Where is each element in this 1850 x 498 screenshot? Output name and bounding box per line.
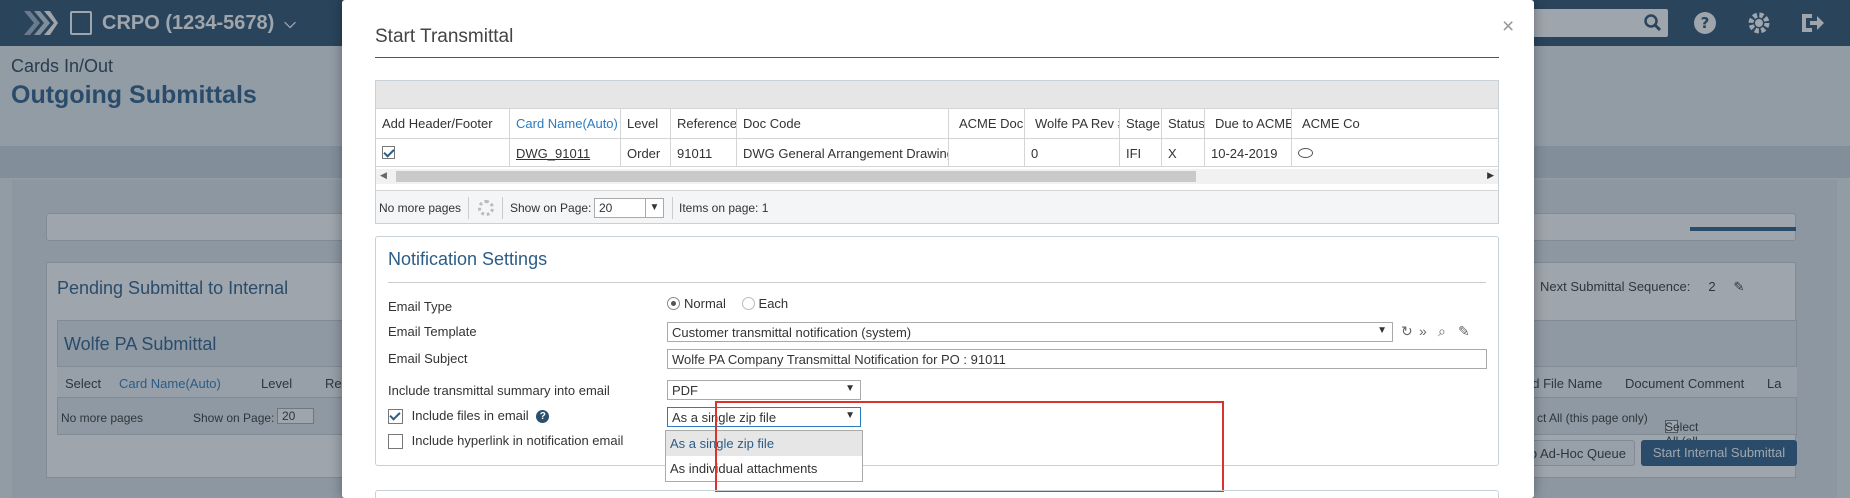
include-hyperlink-label: Include hyperlink in notification email <box>411 433 624 448</box>
no-more-pages: No more pages <box>379 201 462 215</box>
header-acme-doc[interactable]: ACME Doc # <box>949 109 1025 138</box>
scroll-right-icon[interactable]: ▶ <box>1487 170 1494 181</box>
header-card-name-label: Card Name(Auto) <box>516 116 618 131</box>
items-on-page: Items on page: 1 <box>679 201 769 215</box>
header-level[interactable]: Level <box>621 109 671 138</box>
email-subject-value: Wolfe PA Company Transmittal Notificatio… <box>672 352 1006 367</box>
show-on-page-label: Show on Page: <box>510 201 592 215</box>
radio-each-icon[interactable] <box>741 297 755 310</box>
include-files-label: Include files in email <box>411 408 529 423</box>
refresh-icon[interactable]: ↻ <box>1401 323 1413 340</box>
email-template-value: Customer transmittal notification (syste… <box>672 325 912 340</box>
email-template-select[interactable]: Customer transmittal notification (syste… <box>667 322 1393 342</box>
header-doc-code[interactable]: Doc Code <box>737 109 949 138</box>
row-checkbox-cell[interactable] <box>376 139 510 166</box>
header-reference[interactable]: Reference <box>671 109 737 138</box>
modal-title: Start Transmittal <box>375 26 514 47</box>
email-subject-input[interactable]: Wolfe PA Company Transmittal Notificatio… <box>667 349 1487 369</box>
email-type-radio-group: Normal Each <box>667 296 788 311</box>
scrollbar-thumb[interactable] <box>396 171 1196 182</box>
card-name-link[interactable]: DWG_91011 <box>516 146 590 161</box>
row-acme-doc <box>949 139 1025 166</box>
search-icon[interactable]: ⌕ <box>1438 323 1446 340</box>
pager-divider <box>468 197 469 219</box>
include-hyperlink-checkbox[interactable] <box>388 434 403 450</box>
row-comment[interactable] <box>1292 139 1498 166</box>
start-transmittal-modal: Start Transmittal × Add Header/Footer Ca… <box>342 0 1534 498</box>
close-icon[interactable]: × <box>1502 15 1514 39</box>
question-icon[interactable]: ? <box>536 410 550 424</box>
email-type-label: Email Type <box>388 299 453 314</box>
row-due: 10-24-2019 <box>1205 139 1292 166</box>
radio-normal-label: Normal <box>684 296 726 311</box>
include-files-checkbox[interactable] <box>388 409 403 425</box>
chevron-down-icon[interactable]: ▼ <box>845 383 855 394</box>
scroll-left-icon[interactable]: ◀ <box>380 170 387 181</box>
grid-group-bar <box>376 81 1498 109</box>
transmittal-grid: Add Header/Footer Card Name(Auto)↑ Level… <box>375 80 1499 224</box>
next-section-panel <box>375 490 1499 498</box>
header-stage[interactable]: Stage <box>1120 109 1162 138</box>
page-size-value: 20 <box>599 201 613 215</box>
chevron-down-icon[interactable]: ▼ <box>1377 325 1387 336</box>
pager-divider <box>672 197 673 219</box>
include-files-row: Include files in email ? <box>388 408 550 425</box>
email-subject-label: Email Subject <box>388 351 468 366</box>
grid-header: Add Header/Footer Card Name(Auto)↑ Level… <box>376 109 1498 139</box>
pencil-icon[interactable]: ✎ <box>1458 323 1470 340</box>
horizontal-scrollbar[interactable]: ◀ ▶ <box>376 169 1498 184</box>
page-size-select[interactable]: 20 ▼ <box>594 198 664 218</box>
header-due-to-acme[interactable]: Due to ACME <box>1205 109 1292 138</box>
row-stage: IFI <box>1120 139 1162 166</box>
grid-pager: No more pages Show on Page: 20 ▼ Items o… <box>376 190 1498 223</box>
summary-format-value: PDF <box>672 383 698 398</box>
notification-settings-title: Notification Settings <box>388 249 548 269</box>
row-status: X <box>1162 139 1205 166</box>
loading-spinner-icon <box>478 200 494 216</box>
header-add-header-footer[interactable]: Add Header/Footer <box>376 109 510 138</box>
row-rev: 0 <box>1025 139 1120 166</box>
radio-each-label: Each <box>758 296 789 311</box>
comment-icon[interactable] <box>1298 148 1313 158</box>
radio-normal[interactable]: Normal <box>667 296 726 311</box>
add-header-footer-checkbox[interactable] <box>382 146 395 160</box>
radio-normal-icon[interactable] <box>667 297 680 310</box>
row-reference: 91011 <box>671 139 737 166</box>
highlight-annotation <box>715 401 1224 492</box>
header-status[interactable]: Status <box>1162 109 1205 138</box>
summary-format-select[interactable]: PDF ▼ <box>667 380 861 400</box>
row-doc-code: DWG General Arrangement Drawings <box>737 139 949 166</box>
header-card-name[interactable]: Card Name(Auto)↑ <box>510 109 621 138</box>
header-wolfe-rev[interactable]: Wolfe PA Rev # <box>1025 109 1120 138</box>
email-template-label: Email Template <box>388 324 477 339</box>
table-row[interactable]: DWG_91011 Order 91011 DWG General Arrang… <box>376 139 1498 167</box>
pager-divider <box>502 197 503 219</box>
summary-label: Include transmittal summary into email <box>388 383 610 398</box>
include-hyperlink-row: Include hyperlink in notification email <box>388 433 624 450</box>
row-card-name[interactable]: DWG_91011 <box>510 139 621 166</box>
row-level: Order <box>621 139 671 166</box>
chevron-down-icon[interactable]: ▼ <box>645 199 663 217</box>
section-divider <box>388 282 1486 283</box>
radio-each[interactable]: Each <box>741 296 789 311</box>
title-divider <box>375 57 1499 58</box>
double-chevron-right-icon[interactable]: » <box>1419 323 1427 339</box>
header-acme-comment[interactable]: ACME Co <box>1292 109 1498 138</box>
